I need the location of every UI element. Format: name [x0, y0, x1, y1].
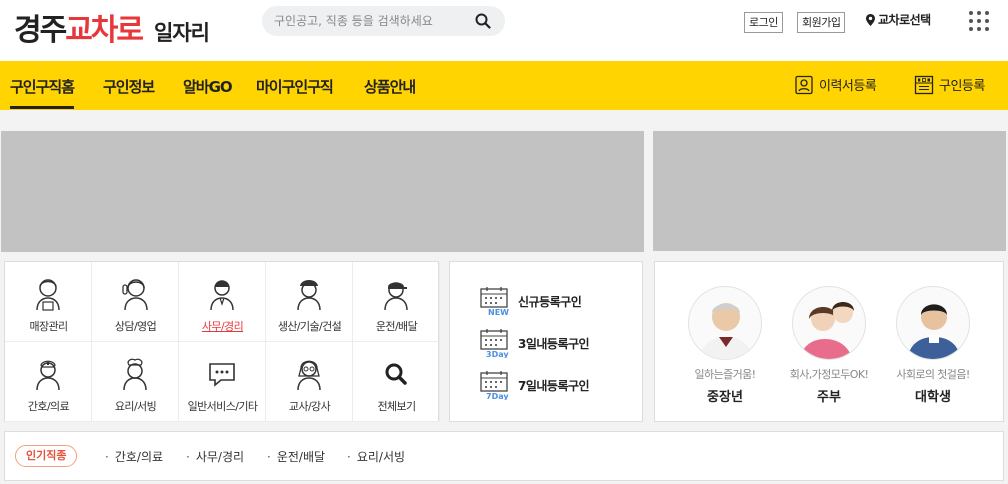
side-banner[interactable]: [653, 131, 1006, 251]
resume-register-link[interactable]: 이력서등록: [794, 75, 877, 95]
new-jobs-label: 신규등록구인: [518, 295, 582, 309]
category-cooking-serving[interactable]: 요리/서빙: [92, 342, 179, 422]
group-tagline: 일하는즐거움!: [694, 368, 757, 381]
category-label: 운전/배달: [375, 320, 418, 333]
category-label: 교사/강사: [288, 400, 331, 413]
category-view-all[interactable]: 전체보기: [353, 342, 440, 422]
job-category-grid: 매장관리 상담/영업 사무/경리 생산/기술/건설 운전/배달 간호/의료 요리…: [4, 261, 440, 422]
resume-register-label: 이력서등록: [819, 79, 877, 94]
category-label: 상담/영업: [114, 320, 157, 333]
college-student-photo: [896, 286, 970, 360]
tab-my-jobs[interactable]: 마이구인구직: [256, 76, 334, 97]
construction-worker-icon: [297, 280, 321, 311]
site-header: 경주교차로 일자리 로그인 회원가입 교차로선택: [0, 0, 1008, 61]
category-production-construction[interactable]: 생산/기술/건설: [266, 262, 353, 342]
job-board-icon: [914, 75, 934, 95]
recent-jobs-panel: NEW 신규등록구인 3Day 3일내등록구인 7Day 7일내등록구인: [449, 261, 643, 422]
group-name: 대학생: [915, 390, 951, 405]
category-driving-delivery[interactable]: 운전/배달: [353, 262, 440, 342]
cook-icon: [123, 358, 147, 391]
signup-button[interactable]: 회원가입: [797, 12, 846, 33]
category-label: 매장관리: [29, 320, 68, 333]
logo-text-city: 경주: [14, 13, 67, 48]
main-nav: 구인구직홈 구인정보 알바GO 마이구인구직 상품안내 이력서등록 구인등록: [0, 61, 1008, 110]
homemaker-photo: [792, 286, 866, 360]
region-select[interactable]: 교차로선택: [866, 11, 931, 28]
job-register-label: 구인등록: [939, 79, 985, 94]
category-label: 일반서비스/기타: [187, 400, 258, 413]
3day-jobs-label: 3일내등록구인: [518, 337, 590, 351]
tab-job-home[interactable]: 구인구직홈: [10, 76, 75, 109]
tab-albago[interactable]: 알바GO: [183, 76, 233, 97]
category-label: 생산/기술/건설: [277, 320, 342, 333]
7day-jobs-link[interactable]: 7Day 7일내등록구인: [480, 370, 630, 400]
group-college-student[interactable]: 사회로의 첫걸음! 대학생: [883, 286, 983, 405]
search-icon[interactable]: [475, 13, 491, 29]
tab-products[interactable]: 상품안내: [364, 76, 416, 97]
apps-grid-icon[interactable]: [969, 11, 989, 31]
3day-jobs-link[interactable]: 3Day 3일내등록구인: [480, 328, 630, 358]
category-office-accounting[interactable]: 사무/경리: [179, 262, 266, 342]
tab-job-info[interactable]: 구인정보: [103, 76, 155, 97]
category-teacher-instructor[interactable]: 교사/강사: [266, 342, 353, 422]
group-tagline: 회사,가정모두OK!: [789, 368, 869, 381]
group-name: 주부: [817, 390, 841, 405]
job-register-link[interactable]: 구인등록: [914, 75, 985, 95]
category-label: 전체보기: [377, 400, 416, 413]
resume-icon: [795, 75, 813, 95]
office-worker-icon: [210, 280, 234, 311]
nurse-icon: [36, 360, 60, 391]
group-homemaker[interactable]: 회사,가정모두OK! 주부: [779, 286, 879, 405]
chat-bubble-icon: [209, 363, 235, 387]
middle-aged-photo: [688, 286, 762, 360]
site-logo[interactable]: 경주교차로 일자리: [14, 5, 210, 49]
logo-text-sub: 일자리: [154, 21, 210, 45]
popular-item[interactable]: 사무/경리: [186, 448, 244, 465]
badge-text: 7Day: [486, 392, 509, 400]
category-label: 간호/의료: [27, 400, 70, 413]
group-name: 중장년: [707, 390, 743, 405]
logo-text-brand: 교차로: [65, 13, 144, 48]
group-tagline: 사회로의 첫걸음!: [896, 368, 970, 381]
call-agent-icon: [122, 279, 148, 311]
driver-icon: [384, 282, 408, 311]
search-input[interactable]: [274, 11, 464, 31]
category-label: 사무/경리: [201, 320, 244, 333]
new-jobs-link[interactable]: NEW 신규등록구인: [480, 286, 630, 316]
category-general-service[interactable]: 일반서비스/기타: [179, 342, 266, 422]
popular-badge: 인기직종: [15, 445, 78, 467]
badge-text: 3Day: [486, 350, 509, 358]
category-nursing-medical[interactable]: 간호/의료: [5, 342, 92, 422]
category-consulting-sales[interactable]: 상담/영업: [92, 262, 179, 342]
main-banner[interactable]: [1, 131, 644, 252]
calendar-new-icon: NEW: [480, 287, 509, 316]
region-select-label: 교차로선택: [878, 13, 931, 27]
target-groups-panel: 일하는즐거움! 중장년 회사,가정모두OK! 주부 사회로의 첫걸음! 대학생: [654, 261, 1004, 422]
calendar-3day-icon: 3Day: [480, 329, 509, 358]
login-button[interactable]: 로그인: [744, 12, 783, 33]
teacher-icon: [297, 360, 321, 391]
category-label: 요리/서빙: [114, 400, 157, 413]
calendar-7day-icon: 7Day: [480, 371, 509, 400]
7day-jobs-label: 7일내등록구인: [518, 379, 590, 393]
popular-item[interactable]: 운전/배달: [267, 448, 325, 465]
search-box: [262, 6, 505, 36]
location-pin-icon: [866, 14, 875, 26]
popular-item[interactable]: 간호/의료: [105, 448, 163, 465]
popular-jobs-bar: 인기직종 간호/의료 사무/경리 운전/배달 요리/서빙: [4, 431, 1004, 481]
badge-text: NEW: [488, 308, 509, 316]
store-staff-icon: [36, 279, 60, 311]
category-store-management[interactable]: 매장관리: [5, 262, 92, 342]
popular-item[interactable]: 요리/서빙: [347, 448, 405, 465]
group-middle-aged[interactable]: 일하는즐거움! 중장년: [675, 286, 775, 405]
search-icon: [385, 363, 407, 385]
